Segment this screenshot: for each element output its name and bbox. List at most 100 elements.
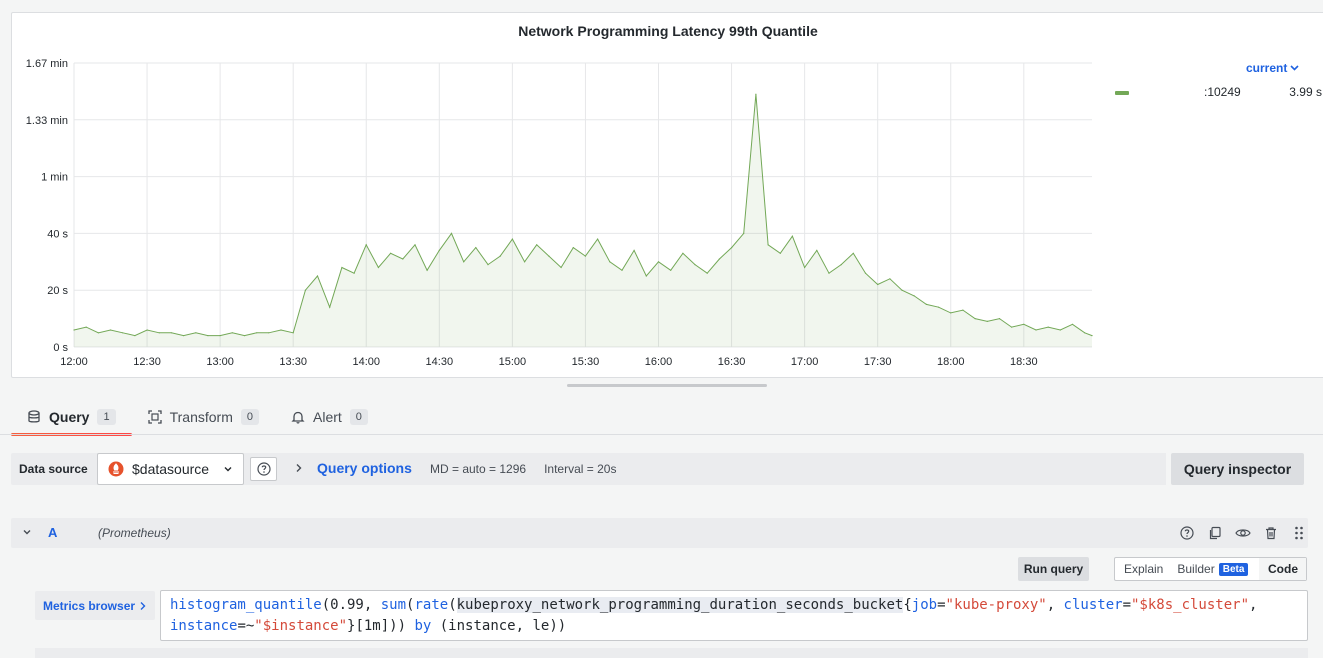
tab-query[interactable]: Query 1 — [11, 400, 132, 436]
series-point — [828, 272, 830, 274]
series-point — [609, 261, 611, 263]
editor-mode-toggle: Explain Builder Beta Code — [1114, 557, 1307, 581]
metrics-browser-label: Metrics browser — [43, 598, 136, 613]
mode-code[interactable]: Code — [1259, 558, 1306, 580]
x-tick-label: 15:00 — [499, 356, 527, 368]
series-point — [292, 332, 294, 334]
series-point — [731, 247, 733, 249]
series-point — [804, 266, 806, 269]
series-point — [85, 326, 87, 328]
query-inspector-button[interactable]: Query inspector — [1171, 453, 1304, 485]
duplicate-query-icon[interactable] — [1206, 524, 1224, 542]
mode-explain[interactable]: Explain — [1115, 558, 1168, 580]
x-tick-label: 14:00 — [352, 356, 380, 368]
tab-transform-count: 0 — [240, 409, 259, 425]
series-point — [73, 329, 75, 331]
series-point — [986, 320, 988, 322]
legend-sort-label: current — [1246, 61, 1288, 75]
x-tick-label: 15:30 — [572, 356, 600, 368]
query-help-icon[interactable] — [1178, 524, 1196, 542]
query-ref-id[interactable]: A — [48, 525, 57, 540]
series-point — [463, 261, 465, 263]
tab-transform[interactable]: Transform 0 — [132, 400, 275, 434]
series-point — [779, 252, 781, 254]
query-options-bar — [284, 453, 1166, 485]
tab-alert-label: Alert — [313, 409, 342, 425]
y-tick-label: 40 s — [47, 228, 68, 240]
datasource-help-button[interactable] — [250, 457, 277, 481]
expr-op: = — [1122, 597, 1131, 613]
promql-query-editor[interactable]: histogram_quantile(0.99, sum(rate(kubepr… — [160, 590, 1308, 641]
database-icon — [28, 410, 40, 423]
expr-keyword: by — [414, 618, 432, 634]
series-point — [109, 329, 112, 331]
collapse-chevron-icon[interactable] — [22, 527, 32, 537]
chevron-down-icon — [1290, 65, 1299, 71]
datasource-label: Data source — [19, 462, 88, 476]
series-point — [304, 289, 306, 291]
series-point — [402, 258, 404, 260]
tab-alert[interactable]: Alert 0 — [275, 400, 384, 434]
editor-tabs: Query 1 Transform 0 Alert 0 — [11, 400, 384, 436]
series-point — [377, 266, 379, 269]
x-tick-label: 18:00 — [937, 356, 965, 368]
series-point — [536, 244, 538, 246]
series-point — [816, 249, 818, 251]
series-point — [475, 247, 477, 249]
drag-handle-icon[interactable] — [1290, 524, 1308, 542]
chevron-right-icon — [296, 464, 302, 472]
x-tick-label: 13:00 — [206, 356, 234, 368]
datasource-select[interactable]: $datasource — [97, 453, 244, 485]
series-point — [511, 238, 513, 240]
expr-punct: (0.99, — [321, 597, 381, 613]
run-query-button[interactable]: Run query — [1018, 557, 1089, 581]
prometheus-icon — [108, 461, 124, 477]
expr-string: "kube-proxy" — [945, 597, 1047, 613]
expr-punct: { — [903, 597, 912, 613]
series-point — [1091, 335, 1093, 337]
query-options-toggle[interactable]: Query options — [295, 460, 412, 476]
legend-item[interactable]: :10249 3.99 s — [1112, 85, 1322, 101]
tab-alert-count: 0 — [349, 409, 368, 425]
legend-sort-current[interactable]: current — [1246, 61, 1299, 75]
chevron-right-icon — [140, 601, 146, 610]
mode-builder[interactable]: Builder Beta — [1168, 558, 1253, 580]
series-point — [597, 238, 599, 240]
expr-punct: , — [1249, 597, 1258, 613]
series-point — [207, 335, 209, 337]
x-tick-label: 17:30 — [864, 356, 892, 368]
tabs-divider — [0, 434, 1323, 435]
metrics-browser-button[interactable]: Metrics browser — [35, 591, 155, 620]
series-point — [864, 272, 867, 274]
x-tick-label: 13:30 — [279, 356, 307, 368]
next-section-strip — [35, 648, 1308, 658]
y-tick-label: 1.33 min — [26, 115, 68, 127]
series-point — [998, 318, 1001, 320]
series-point — [840, 264, 842, 266]
expr-op: =~ — [237, 618, 255, 634]
panel-resize-handle[interactable] — [567, 384, 767, 387]
series-point — [913, 295, 915, 297]
series-area — [74, 94, 1092, 347]
chevron-down-icon — [224, 467, 232, 472]
expr-label: job — [911, 597, 938, 613]
expr-string: "$k8s_cluster" — [1131, 597, 1250, 613]
expr-op: = — [937, 597, 946, 613]
series-point — [925, 303, 928, 305]
series-point — [219, 335, 221, 337]
x-tick-label: 12:00 — [60, 356, 88, 368]
series-point — [97, 332, 99, 334]
max-data-points-text: MD = auto = 1296 — [430, 462, 527, 476]
remove-query-trash-icon[interactable] — [1262, 524, 1280, 542]
series-point — [195, 332, 197, 334]
series-point — [450, 232, 453, 234]
series-point — [1084, 332, 1086, 334]
series-point — [158, 332, 160, 334]
bell-icon — [291, 411, 305, 424]
y-tick-label: 1 min — [41, 172, 68, 184]
query-row-header[interactable] — [11, 518, 1308, 548]
hide-query-eye-icon[interactable] — [1234, 524, 1252, 542]
y-tick-label: 20 s — [47, 285, 68, 297]
series-point — [1011, 326, 1013, 328]
panel-preview: Network Programming Latency 99th Quantil… — [11, 12, 1323, 378]
